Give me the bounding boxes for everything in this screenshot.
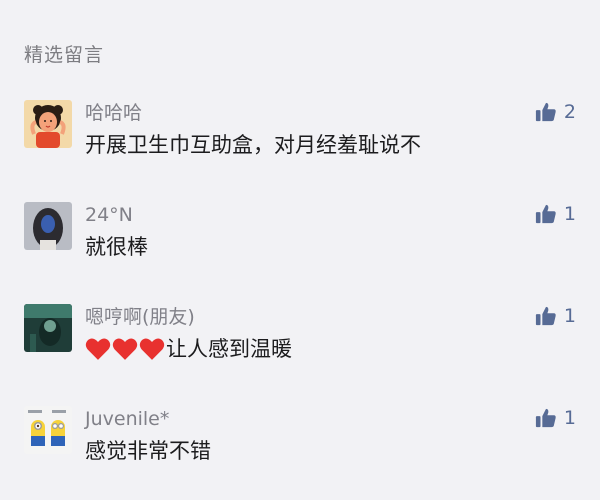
comment-content: 就很棒 (85, 235, 148, 259)
thumbs-up-icon (535, 306, 556, 326)
like-count: 1 (563, 305, 576, 327)
comment-item: 24°N 就很棒 1 (0, 202, 600, 292)
cartoon-girl-avatar-icon (24, 100, 72, 148)
like-button[interactable]: 1 (535, 302, 576, 330)
avatar[interactable] (24, 100, 72, 148)
heart-icon (112, 338, 138, 360)
like-button[interactable]: 2 (535, 98, 576, 126)
comment-nickname[interactable]: 哈哈哈 (85, 100, 142, 126)
like-button[interactable]: 1 (535, 200, 576, 228)
avatar[interactable] (24, 202, 72, 250)
comment-nickname[interactable]: 嗯哼啊(朋友) (85, 304, 195, 330)
heart-icon (85, 338, 111, 360)
comment-nickname[interactable]: 24°N (85, 202, 133, 228)
heart-emojis (85, 335, 166, 365)
comment-item: 哈哈哈 开展卫生巾互助盒，对月经羞耻说不 2 (0, 100, 600, 190)
section-title: 精选留言 (24, 44, 105, 66)
comment-text: 让人感到温暖 (166, 337, 292, 361)
avatar[interactable] (24, 304, 72, 352)
dark-teal-photo-avatar-icon (24, 304, 72, 352)
comment-content: 感觉非常不错 (85, 439, 211, 463)
portrait-photo-avatar-icon (24, 202, 72, 250)
like-count: 1 (563, 407, 576, 429)
comment-item: Juvenile* 感觉非常不错 1 (0, 406, 600, 496)
like-count: 1 (563, 203, 576, 225)
minions-avatar-icon (24, 406, 72, 454)
thumbs-up-icon (535, 408, 556, 428)
thumbs-up-icon (535, 204, 556, 224)
like-count: 2 (563, 101, 576, 123)
heart-icon (139, 338, 165, 360)
comment-content: 让人感到温暖 (85, 334, 292, 365)
comment-content: 开展卫生巾互助盒，对月经羞耻说不 (85, 133, 421, 157)
avatar[interactable] (24, 406, 72, 454)
comment-nickname[interactable]: Juvenile* (85, 406, 169, 432)
thumbs-up-icon (535, 102, 556, 122)
like-button[interactable]: 1 (535, 404, 576, 432)
comment-item: 嗯哼啊(朋友) 让人感到温暖 1 (0, 304, 600, 394)
